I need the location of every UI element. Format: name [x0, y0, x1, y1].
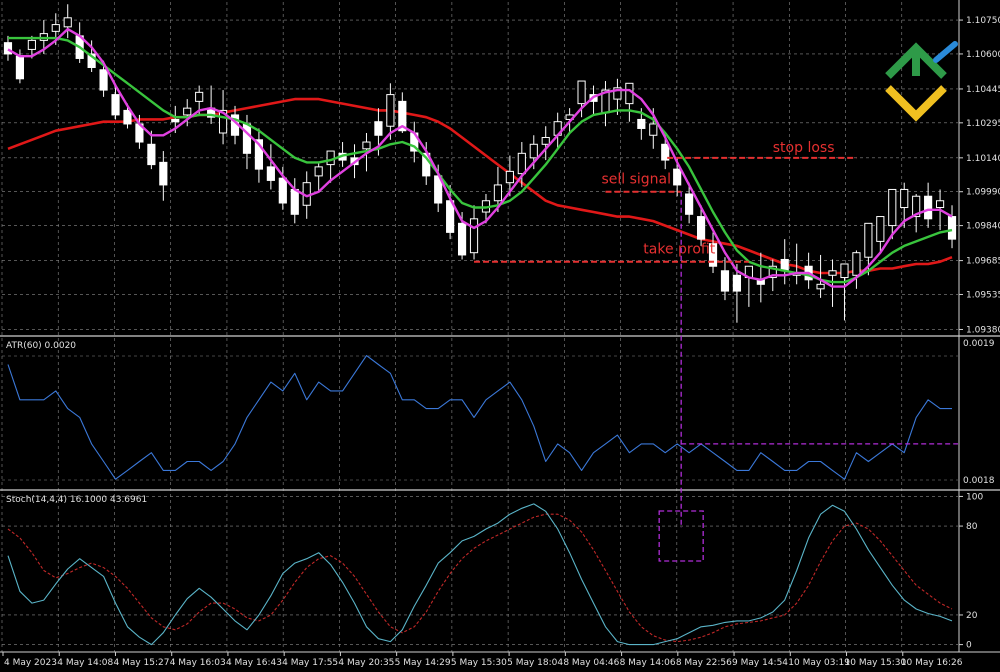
bull-candle-body	[577, 80, 586, 105]
bull-candle-body	[852, 252, 861, 276]
time-tick-label: 10 May 03:19	[788, 658, 850, 668]
atr-tick-label: 0.0019	[963, 339, 995, 349]
bull-candle-body	[864, 222, 873, 258]
stoch-tick-label: 20	[966, 611, 978, 621]
bull-candle-body	[493, 184, 503, 202]
time-tick-label: 4 May 16:43	[226, 658, 282, 668]
bull-candle-body	[362, 141, 371, 150]
price-tick-label: 1.09380	[966, 325, 1000, 335]
bear-candle-body	[720, 270, 730, 292]
bull-candle-body	[876, 216, 885, 242]
time-tick-label: 5 May 18:04	[507, 658, 563, 668]
time-tick-label: 8 May 22:56	[676, 658, 732, 668]
bear-candle-body	[685, 193, 694, 215]
bull-candle-body	[183, 107, 192, 116]
bull-candle-body	[195, 91, 204, 102]
bull-candle-body	[900, 188, 909, 209]
bear-candle-body	[696, 216, 706, 240]
bear-candle-body	[780, 258, 789, 272]
bear-candle-body	[457, 222, 467, 256]
annotation-label: sell signal	[601, 172, 671, 188]
bull-candle-body	[529, 143, 538, 159]
time-tick-label: 4 May 14:08	[57, 658, 113, 668]
time-tick-label: 4 May 15:27	[113, 658, 169, 668]
time-tick-label: 4 May 17:55	[282, 658, 338, 668]
time-tick-label: 4 May 20:35	[338, 658, 394, 668]
trading-chart: stop loss sell signal take profit ATR(60) …	[0, 0, 1000, 672]
bear-candle-body	[278, 177, 287, 204]
bull-candle-body	[828, 270, 837, 276]
time-tick-label: 4 May 2023	[4, 658, 57, 668]
price-tick-label: 1.09685	[966, 257, 1000, 267]
time-tick-label: 5 May 14:29	[395, 658, 451, 668]
time-tick-label: 9 May 14:54	[732, 658, 788, 668]
bull-candle-body	[27, 39, 36, 50]
annotation-label: stop loss	[773, 140, 835, 156]
time-tick-label: 4 May 16:03	[170, 658, 226, 668]
bull-candle-body	[816, 283, 825, 290]
price-tick-label: 1.10140	[966, 154, 1000, 164]
bull-candle-body	[314, 166, 323, 177]
price-tick-label: 1.10600	[966, 50, 1000, 60]
bear-candle-body	[732, 274, 742, 292]
bull-candle-body	[63, 17, 72, 28]
time-tick-label: 5 May 15:30	[451, 658, 507, 668]
stoch-tick-label: 80	[966, 522, 978, 532]
bear-candle-body	[15, 55, 25, 80]
atr-tick-label: 0.0018	[963, 476, 995, 486]
bull-candle-body	[888, 188, 897, 227]
price-tick-label: 1.10445	[966, 85, 1000, 95]
price-tick-label: 1.09535	[966, 290, 1000, 300]
bull-candle-body	[935, 200, 945, 209]
bear-candle-body	[171, 118, 180, 123]
time-tick-label: 8 May 04:46	[563, 658, 619, 668]
bull-candle-body	[51, 24, 60, 32]
time-tick-label: 10 May 15:30	[845, 658, 907, 668]
price-tick-label: 1.09990	[966, 188, 1000, 198]
bear-candle-body	[99, 69, 108, 91]
bear-candle-body	[637, 118, 646, 129]
bull-candle-body	[469, 218, 479, 254]
bear-candle-body	[242, 123, 252, 154]
bear-candle-body	[374, 121, 383, 136]
stoch-tick-label: 0	[966, 641, 972, 651]
time-tick-label: 8 May 14:06	[620, 658, 676, 668]
bear-candle-body	[673, 168, 682, 186]
bear-candle-body	[111, 94, 120, 116]
price-tick-label: 1.10295	[966, 119, 1000, 129]
price-tick-label: 1.10750	[966, 16, 1000, 26]
bear-candle-body	[266, 166, 275, 181]
time-tick-label: 10 May 16:26	[901, 658, 963, 668]
annotation-label: take profit	[643, 242, 715, 258]
stoch-tick-label: 100	[966, 492, 983, 502]
atr-title: ATR(60) 0.0020	[6, 341, 76, 351]
bull-candle-body	[517, 152, 526, 175]
bear-candle-body	[947, 216, 957, 240]
bear-candle-body	[123, 109, 132, 125]
bull-candle-body	[326, 150, 335, 166]
bull-candle-body	[649, 123, 658, 136]
bull-candle-body	[541, 137, 550, 145]
bull-candle-body	[505, 170, 514, 184]
stoch-title: Stoch(14,4,4) 16.1000 43.6961	[6, 495, 147, 505]
bear-candle-body	[924, 195, 933, 220]
bear-candle-body	[290, 188, 299, 215]
bear-candle-body	[3, 42, 13, 55]
bear-candle-body	[147, 143, 156, 166]
price-tick-label: 1.09840	[966, 222, 1000, 232]
bull-candle-body	[386, 94, 395, 127]
bear-candle-body	[159, 161, 168, 186]
bull-candle-body	[840, 263, 849, 279]
